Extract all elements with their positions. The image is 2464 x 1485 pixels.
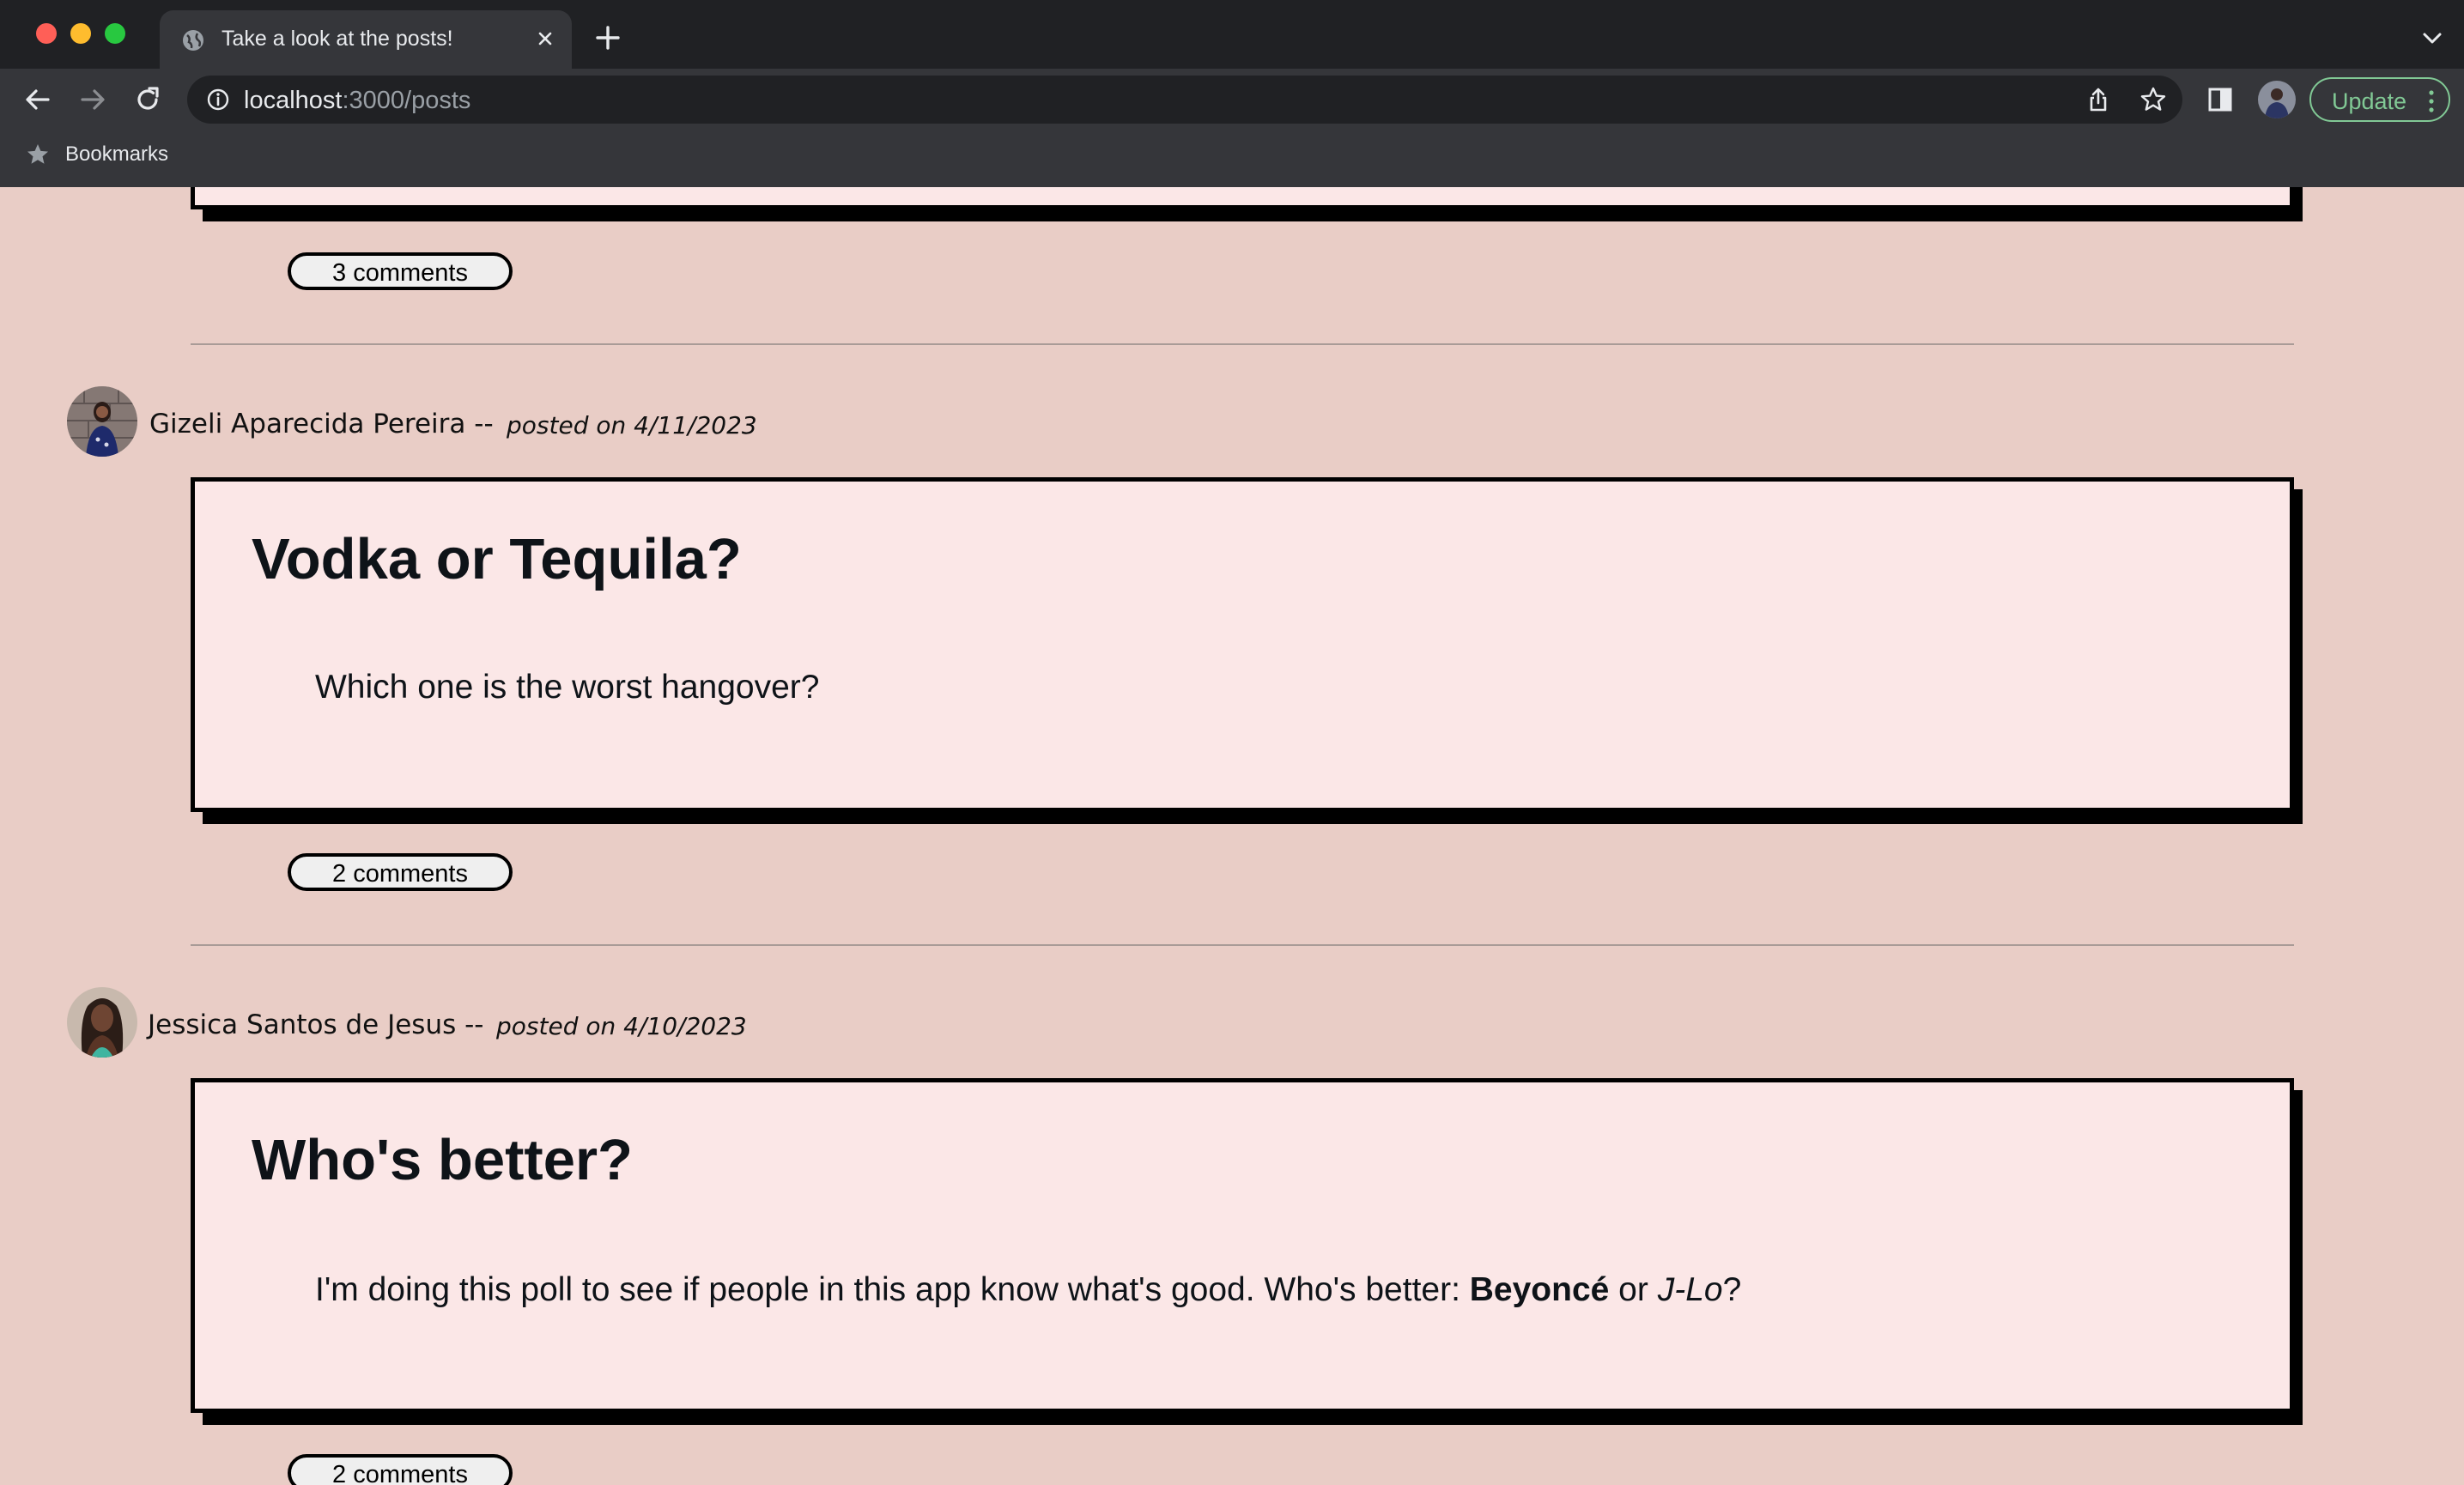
comments-button-post-1[interactable]: 2 comments [288,853,513,891]
url-text[interactable]: localhost:3000/posts [244,87,470,115]
comments-button-previous[interactable]: 3 comments [288,252,513,290]
reload-icon[interactable] [132,84,163,115]
comments-label: 2 comments [332,1461,468,1485]
bookmark-star-icon[interactable] [2139,86,2167,113]
post-body-bold: Beyoncé [1469,1271,1610,1308]
posted-date: posted on 4/11/2023 [507,411,757,439]
post-body: Which one is the worst hangover? [315,669,820,706]
update-button[interactable]: Update [2309,77,2450,122]
url-host: localhost [244,87,343,114]
close-tab-icon[interactable] [532,26,558,52]
posted-date: posted on 4/10/2023 [496,1012,747,1040]
post-card-previous [191,187,2294,209]
maximize-window-button[interactable] [105,23,125,44]
site-info-icon[interactable] [206,88,230,112]
post-body-suffix: ? [1722,1271,1742,1308]
tab-strip: Take a look at the posts! [0,0,2464,69]
minimize-window-button[interactable] [70,23,91,44]
author-separator: -- [474,409,494,439]
post-card-1: Vodka or Tequila? Which one is the worst… [191,477,2294,812]
url-path: :3000/posts [342,87,471,114]
author-separator: -- [464,1009,484,1040]
tab-posts[interactable]: Take a look at the posts! [160,10,572,69]
post-card-2: Who's better? I'm doing this poll to see… [191,1078,2294,1413]
browser-chrome: Take a look at the posts! localhost:3000… [0,0,2464,187]
posts-page: 3 comments Gizeli Aparecida Pereira -- p… [0,187,2464,1485]
tab-search-chevron-icon[interactable] [2419,26,2445,52]
avatar-photo-icon [67,987,137,1058]
post-divider [191,343,2294,345]
globe-icon [183,30,203,51]
side-panel-icon[interactable] [2205,84,2236,115]
comments-label: 3 comments [332,259,468,287]
author-name: Jessica Santos de Jesus -- [148,1009,483,1040]
post-body: I'm doing this poll to see if people in … [315,1271,1741,1309]
profile-avatar-icon [2258,81,2296,118]
avatar-photo-icon [67,386,137,457]
comments-label: 2 comments [332,860,468,888]
comments-button-post-2[interactable]: 2 comments [288,1454,513,1485]
new-tab-icon[interactable] [594,24,622,52]
share-icon[interactable] [2085,86,2112,113]
kebab-menu-icon[interactable] [2428,89,2435,113]
post-divider [191,944,2294,946]
bookmarks-label[interactable]: Bookmarks [65,142,168,167]
back-arrow-icon[interactable] [22,84,53,115]
author-avatar-gizeli[interactable] [67,386,137,457]
close-window-button[interactable] [36,23,57,44]
author-name-text: Gizeli Aparecida Pereira [149,409,466,439]
bookmarks-star-icon [27,144,48,164]
author-name: Gizeli Aparecida Pereira -- [149,409,494,439]
post-body-italic: J-Lo [1657,1271,1723,1308]
forward-arrow-icon[interactable] [77,84,108,115]
update-label: Update [2332,88,2407,114]
profile-avatar[interactable] [2258,81,2296,118]
post-title: Vodka or Tequila? [252,527,742,591]
author-name-text: Jessica Santos de Jesus [148,1009,457,1040]
post-title: Who's better? [252,1128,633,1192]
post-body-mid: or [1609,1271,1658,1308]
tab-title: Take a look at the posts! [222,27,453,51]
author-avatar-jessica[interactable] [67,987,137,1058]
address-bar[interactable]: localhost:3000/posts [187,76,2182,124]
post-body-text: I'm doing this poll to see if people in … [315,1271,1470,1308]
